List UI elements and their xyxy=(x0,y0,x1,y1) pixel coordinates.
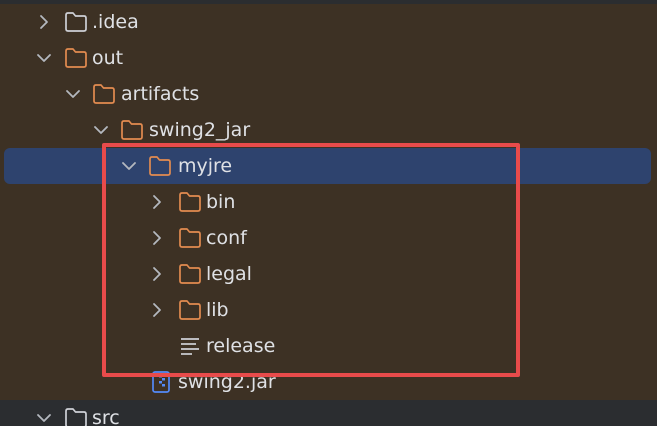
chevron-down-icon[interactable] xyxy=(119,156,139,176)
tree-item-label: bin xyxy=(206,191,236,213)
tree-item-swing2-jar-folder[interactable]: swing2_jar xyxy=(0,112,657,148)
chevron-down-icon[interactable] xyxy=(34,408,54,426)
folder-icon xyxy=(93,84,115,104)
chevron-down-icon[interactable] xyxy=(34,48,54,68)
tree-item-release[interactable]: release xyxy=(0,328,657,364)
chevron-right-icon[interactable] xyxy=(147,300,167,320)
folder-icon xyxy=(179,264,201,284)
folder-icon xyxy=(65,48,87,68)
chevron-down-icon[interactable] xyxy=(63,84,83,104)
chevron-right-icon[interactable] xyxy=(147,264,167,284)
folder-icon xyxy=(179,300,201,320)
tree-item-label: legal xyxy=(206,263,252,285)
tree-item-lib[interactable]: lib xyxy=(0,292,657,328)
tree-item-label: src xyxy=(92,407,120,426)
folder-icon xyxy=(179,192,201,212)
tree-item-label: myjre xyxy=(178,155,233,177)
tree-item-idea[interactable]: .idea xyxy=(0,4,657,40)
tree-item-swing2-jar-file[interactable]: swing2.jar xyxy=(0,364,657,400)
tree-item-label: conf xyxy=(206,227,247,249)
chevron-right-icon[interactable] xyxy=(147,228,167,248)
jar-file-icon xyxy=(152,371,170,393)
tree-item-label: swing2_jar xyxy=(149,119,251,141)
selection-highlight xyxy=(4,148,651,184)
chevron-down-icon[interactable] xyxy=(91,120,111,140)
chevron-right-icon[interactable] xyxy=(147,192,167,212)
tree-item-label: .idea xyxy=(92,11,139,33)
tree-item-legal[interactable]: legal xyxy=(0,256,657,292)
chevron-right-icon[interactable] xyxy=(34,12,54,32)
folder-icon xyxy=(65,12,87,32)
tree-item-artifacts[interactable]: artifacts xyxy=(0,76,657,112)
project-tree: .idea out artifacts swing2_jar myjre bin… xyxy=(0,0,657,426)
tree-item-bin[interactable]: bin xyxy=(0,184,657,220)
tree-item-label: lib xyxy=(206,299,229,321)
tree-item-out[interactable]: out xyxy=(0,40,657,76)
folder-icon xyxy=(121,120,143,140)
folder-icon xyxy=(149,156,171,176)
tree-item-label: release xyxy=(206,335,276,357)
tree-item-conf[interactable]: conf xyxy=(0,220,657,256)
folder-icon xyxy=(65,408,87,426)
folder-icon xyxy=(179,228,201,248)
tree-item-label: artifacts xyxy=(121,83,200,105)
text-file-icon xyxy=(181,338,199,355)
tree-item-myjre[interactable]: myjre xyxy=(0,148,657,184)
tree-item-src[interactable]: src xyxy=(0,400,657,426)
tree-item-label: swing2.jar xyxy=(178,371,276,393)
tree-item-label: out xyxy=(92,47,124,69)
